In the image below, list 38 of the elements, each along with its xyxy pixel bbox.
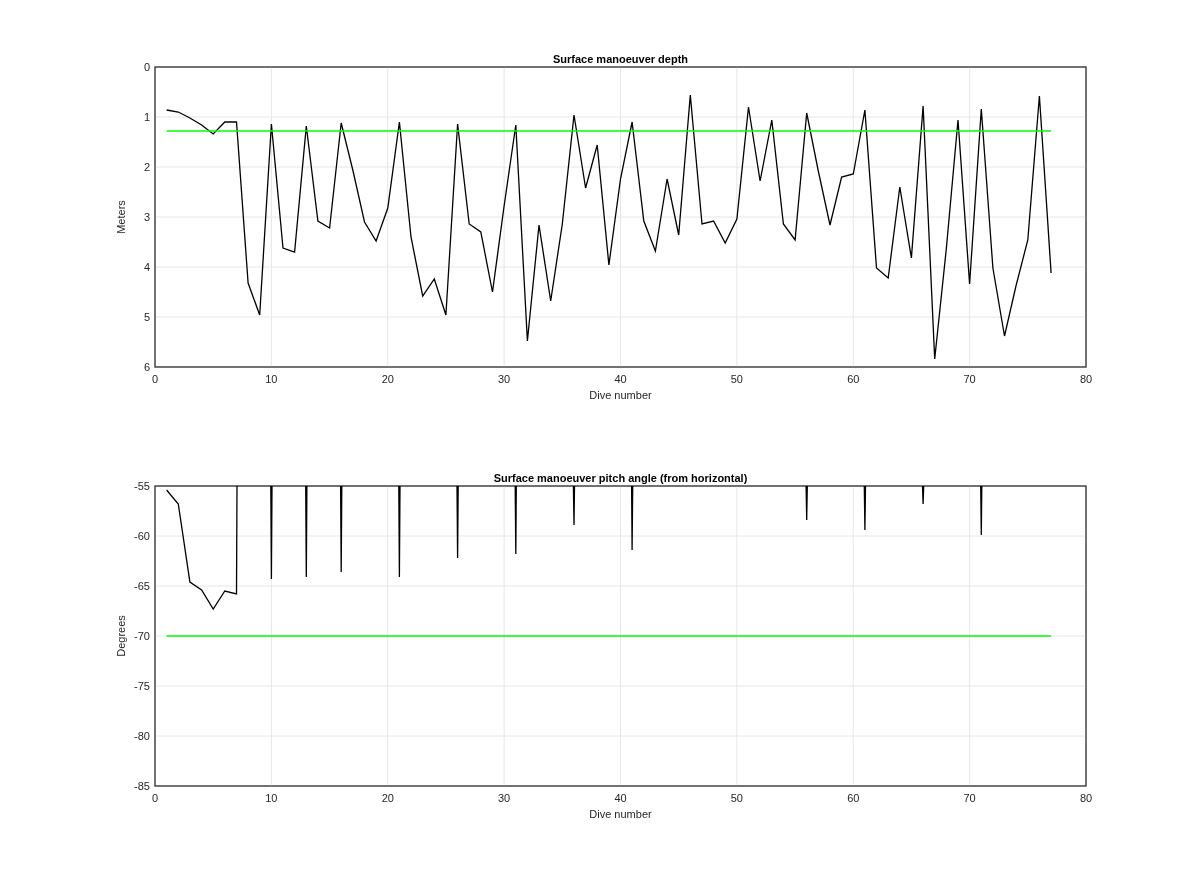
y-tick-label: 3 xyxy=(143,211,150,223)
x-tick-label: 10 xyxy=(265,792,278,804)
x-tick-label: 50 xyxy=(730,373,743,385)
y-tick-label: 0 xyxy=(143,61,150,73)
y-tick-label: -85 xyxy=(134,780,150,792)
x-tick-label: 80 xyxy=(1079,373,1093,385)
x-tick-label: 50 xyxy=(730,792,743,804)
x-tick-label: 20 xyxy=(381,373,394,385)
chart-title: Surface manoeuver depth xyxy=(552,53,689,65)
y-tick-label: -65 xyxy=(134,580,150,592)
y-tick-label: -70 xyxy=(134,630,150,642)
y-tick-label: -75 xyxy=(134,680,150,692)
x-tick-label: 0 xyxy=(151,373,159,385)
y-tick-label: -80 xyxy=(134,730,150,742)
x-tick-label: 20 xyxy=(381,792,394,804)
chart-title: Surface manoeuver pitch angle (from horizontal) xyxy=(493,472,748,484)
y-tick-label: 1 xyxy=(143,111,150,123)
y-axis-label: Degrees xyxy=(115,615,127,657)
y-tick-label: 4 xyxy=(143,261,150,273)
y-tick-label: 2 xyxy=(143,161,150,173)
x-tick-label: 60 xyxy=(847,373,860,385)
x-tick-label: 80 xyxy=(1079,792,1093,804)
y-tick-label: 5 xyxy=(143,311,150,323)
y-tick-label: -55 xyxy=(134,480,150,492)
x-tick-label: 60 xyxy=(847,792,860,804)
y-tick-label: 6 xyxy=(143,361,150,373)
x-tick-label: 70 xyxy=(963,373,976,385)
y-tick-label: -60 xyxy=(134,530,150,542)
x-axis-label: Dive number xyxy=(589,389,652,401)
x-tick-label: 10 xyxy=(265,373,278,385)
x-tick-label: 30 xyxy=(498,792,511,804)
x-tick-label: 40 xyxy=(614,792,627,804)
x-tick-label: 0 xyxy=(151,792,159,804)
x-tick-label: 30 xyxy=(498,373,511,385)
x-axis-label: Dive number xyxy=(589,808,652,820)
y-axis-label: Meters xyxy=(115,200,127,234)
x-tick-label: 70 xyxy=(963,792,976,804)
x-tick-label: 40 xyxy=(614,373,627,385)
